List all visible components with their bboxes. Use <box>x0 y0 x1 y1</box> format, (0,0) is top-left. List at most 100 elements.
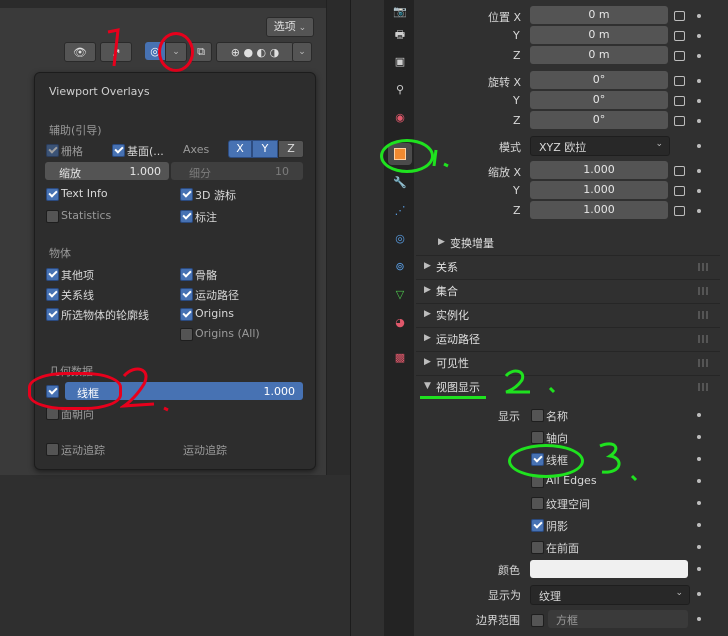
drag-handle[interactable] <box>698 383 708 391</box>
chevron-right-icon: ▶ <box>424 285 431 295</box>
keyframe-dot[interactable] <box>697 617 701 621</box>
tab-scene[interactable]: ⚲ <box>388 78 412 100</box>
tab-render[interactable]: 📷 <box>388 0 412 22</box>
bounds-dropdown[interactable]: 方框 <box>548 610 688 628</box>
statistics-checkbox[interactable] <box>46 210 59 223</box>
lock-icon[interactable] <box>674 116 685 126</box>
scale-field[interactable]: 缩放 1.000 <box>45 162 169 180</box>
keyframe-dot[interactable] <box>697 567 701 571</box>
rotation-z-field[interactable]: 0° <box>530 111 668 129</box>
drag-handle[interactable] <box>698 263 708 271</box>
tab-view-layer[interactable]: ▣ <box>388 50 412 72</box>
origins-checkbox[interactable] <box>180 308 193 321</box>
lock-icon[interactable] <box>674 96 685 106</box>
axis-z-toggle[interactable]: Z <box>278 140 304 158</box>
subdivisions-field[interactable]: 细分 10 <box>171 162 303 180</box>
drag-handle[interactable] <box>698 335 708 343</box>
outline-checkbox[interactable] <box>46 308 59 321</box>
show-name-checkbox[interactable] <box>531 409 544 422</box>
lock-icon[interactable] <box>674 206 685 216</box>
lock-icon[interactable] <box>674 31 685 41</box>
color-swatch[interactable] <box>530 560 688 578</box>
tab-output[interactable]: 🖶 <box>388 24 412 46</box>
origins-all-checkbox[interactable] <box>180 328 193 341</box>
keyframe-dot[interactable] <box>697 54 701 58</box>
rotation-y-field[interactable]: 0° <box>530 91 668 109</box>
delta-transform-header[interactable]: 变换增量 <box>450 235 494 251</box>
printer-icon: 🖶 <box>394 27 406 41</box>
relations-checkbox[interactable] <box>46 288 59 301</box>
lock-icon[interactable] <box>674 76 685 86</box>
location-x-field[interactable]: 0 m <box>530 6 668 24</box>
motion-paths-checkbox[interactable] <box>180 288 193 301</box>
scale-z-field[interactable]: 1.000 <box>530 201 668 219</box>
keyframe-dot[interactable] <box>697 169 701 173</box>
keyframe-dot[interactable] <box>697 99 701 103</box>
drag-handle[interactable] <box>698 287 708 295</box>
location-z-field[interactable]: 0 m <box>530 46 668 64</box>
lock-icon[interactable] <box>674 51 685 61</box>
show-texture-space-checkbox[interactable] <box>531 497 544 510</box>
visibility-dropdown[interactable]: 👁 <box>64 42 96 62</box>
keyframe-dot[interactable] <box>697 413 701 417</box>
floor-checkbox[interactable] <box>112 144 125 157</box>
section-motion-paths[interactable]: 运动路径 <box>436 331 480 347</box>
keyframe-dot[interactable] <box>697 119 701 123</box>
keyframe-dot[interactable] <box>697 479 701 483</box>
lock-icon[interactable] <box>674 186 685 196</box>
tab-modifiers[interactable]: 🔧 <box>388 171 412 193</box>
section-visibility[interactable]: 可见性 <box>436 355 469 371</box>
bounds-checkbox[interactable] <box>531 614 544 627</box>
extras-checkbox[interactable] <box>46 268 59 281</box>
keyframe-dot[interactable] <box>697 457 701 461</box>
section-viewport-display[interactable]: 视图显示 <box>436 379 480 395</box>
tab-constraints[interactable]: ⊚ <box>388 255 412 277</box>
subdiv-value: 10 <box>275 165 289 178</box>
tab-particles[interactable]: ⋰ <box>388 199 412 221</box>
grid-checkbox[interactable] <box>46 144 59 157</box>
keyframe-dot[interactable] <box>697 79 701 83</box>
keyframe-dot[interactable] <box>697 144 701 148</box>
section-collections[interactable]: 集合 <box>436 283 458 299</box>
keyframe-dot[interactable] <box>697 592 701 596</box>
shading-dropdown[interactable]: ⌄ <box>292 42 312 62</box>
section-instancing[interactable]: 实例化 <box>436 307 469 323</box>
keyframe-dot[interactable] <box>697 14 701 18</box>
display-as-dropdown[interactable]: 纹理 ⌄ <box>530 585 690 605</box>
text-info-checkbox[interactable] <box>46 188 59 201</box>
show-axes-checkbox[interactable] <box>531 431 544 444</box>
show-shadow-checkbox[interactable] <box>531 519 544 532</box>
drag-handle[interactable] <box>698 359 708 367</box>
tab-material[interactable]: ◕ <box>388 311 412 333</box>
lock-icon[interactable] <box>674 166 685 176</box>
rotation-x-field[interactable]: 0° <box>530 71 668 89</box>
location-y-field[interactable]: 0 m <box>530 26 668 44</box>
axis-x-toggle[interactable]: X <box>228 140 252 158</box>
keyframe-dot[interactable] <box>697 435 701 439</box>
keyframe-dot[interactable] <box>697 523 701 527</box>
annotations-checkbox[interactable] <box>180 210 193 223</box>
show-in-front-checkbox[interactable] <box>531 541 544 554</box>
keyframe-dot[interactable] <box>697 501 701 505</box>
tab-world[interactable]: ◉ <box>388 106 412 128</box>
annotation-circle-wireframe <box>28 372 122 410</box>
tab-physics[interactable]: ◎ <box>388 227 412 249</box>
lock-icon[interactable] <box>674 11 685 21</box>
cursor-3d-checkbox[interactable] <box>180 188 193 201</box>
shading-modes[interactable]: ⊕ ● ◐ ◑ <box>216 42 294 62</box>
keyframe-dot[interactable] <box>697 209 701 213</box>
keyframe-dot[interactable] <box>697 545 701 549</box>
rotation-mode-dropdown[interactable]: XYZ 欧拉 ⌄ <box>530 136 670 156</box>
scale-x-field[interactable]: 1.000 <box>530 161 668 179</box>
section-relations[interactable]: 关系 <box>436 259 458 275</box>
options-dropdown[interactable]: 选项 ⌄ <box>266 17 314 37</box>
drag-handle[interactable] <box>698 311 708 319</box>
tab-data[interactable]: ▽ <box>388 283 412 305</box>
scale-y-field[interactable]: 1.000 <box>530 181 668 199</box>
keyframe-dot[interactable] <box>697 34 701 38</box>
axis-y-toggle[interactable]: Y <box>252 140 278 158</box>
tab-texture[interactable]: ▩ <box>388 346 412 368</box>
motion-tracking-checkbox[interactable] <box>46 443 59 456</box>
bones-checkbox[interactable] <box>180 268 193 281</box>
keyframe-dot[interactable] <box>697 189 701 193</box>
